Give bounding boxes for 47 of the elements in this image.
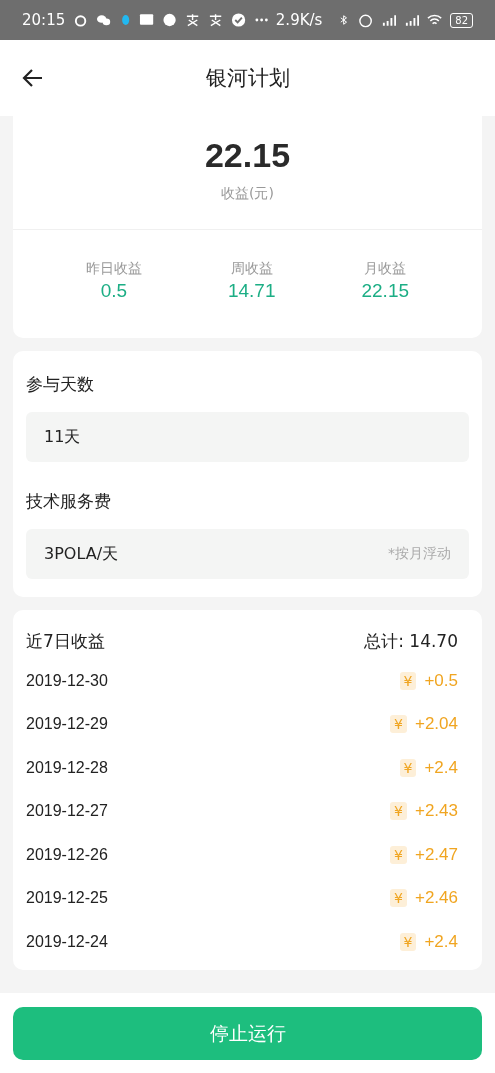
date-text: 2019-12-24	[26, 932, 108, 951]
amount-text: +2.46	[415, 888, 458, 909]
date-text: 2019-12-28	[26, 758, 108, 777]
signal-icon	[404, 12, 420, 28]
field-value: 3POLA/天	[44, 543, 119, 565]
amount-text: +2.47	[415, 844, 458, 865]
date-text: 2019-12-27	[26, 802, 108, 821]
more-icon	[254, 18, 268, 22]
yen-tag: ¥	[390, 715, 407, 734]
battery-level: 82	[450, 12, 474, 28]
amount-text: +2.4	[424, 757, 458, 778]
field-note: *按月浮动	[388, 545, 451, 563]
yen-tag: ¥	[399, 671, 417, 690]
yen-tag: ¥	[399, 932, 417, 951]
yen-tag: ¥	[390, 889, 407, 908]
back-arrow-icon[interactable]	[22, 68, 44, 88]
date-text: 2019-12-30	[26, 671, 108, 690]
stat-value: 0.5	[100, 280, 128, 302]
amount-text: +2.4	[424, 931, 458, 952]
field-label: 技术服务费	[26, 490, 112, 513]
page-title: 银河计划	[205, 65, 290, 92]
stat-label: 周收益	[230, 260, 273, 278]
section-title: 近7日收益	[26, 630, 105, 653]
clock-time: 20:15	[22, 11, 66, 29]
field-label: 参与天数	[26, 373, 95, 396]
stat-value: 14.71	[227, 280, 276, 302]
earnings-label: 收益(元)	[221, 185, 274, 203]
date-text: 2019-12-25	[26, 889, 108, 908]
yen-tag: ¥	[390, 802, 407, 821]
yen-tag: ¥	[399, 758, 417, 777]
stat-value: 22.15	[361, 280, 409, 302]
total-earnings: 22.15	[204, 136, 291, 175]
amount-text: +2.43	[415, 801, 458, 822]
stat-label: 昨日收益	[86, 260, 142, 278]
total-sum: 总计: 14.70	[364, 630, 458, 653]
bluetooth-icon	[338, 12, 350, 28]
stop-button[interactable]: 停止运行	[13, 1007, 482, 1060]
field-value: 11天	[44, 426, 81, 448]
date-text: 2019-12-26	[26, 845, 108, 864]
date-text: 2019-12-29	[26, 715, 108, 734]
yen-tag: ¥	[390, 845, 407, 864]
stat-label: 月收益	[364, 260, 407, 278]
check-icon	[231, 12, 247, 28]
signal-icon	[380, 12, 397, 28]
amount-text: +0.5	[424, 670, 458, 691]
amount-text: +2.04	[415, 714, 458, 735]
network-speed: 2.9K/s	[275, 11, 323, 29]
